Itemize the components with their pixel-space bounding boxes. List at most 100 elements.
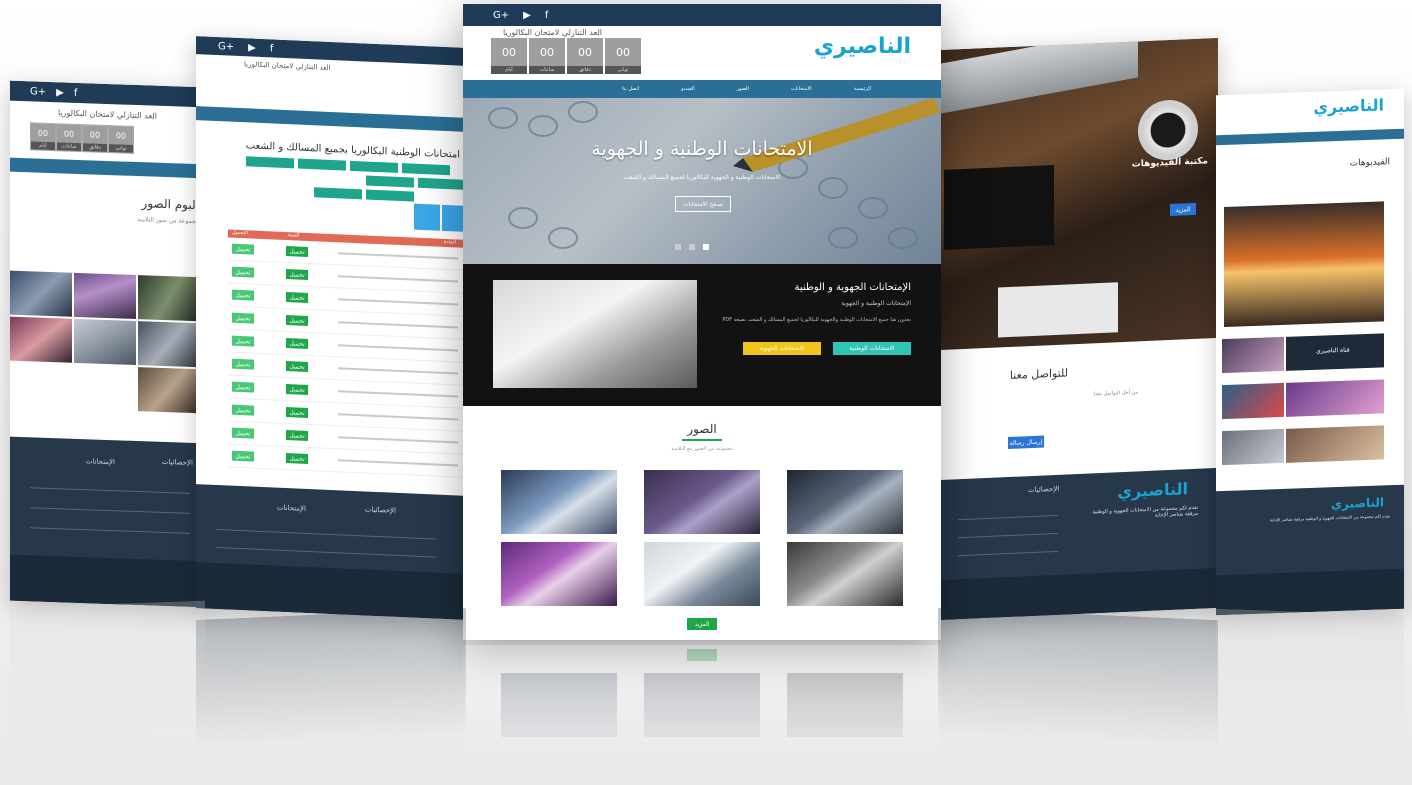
download-button[interactable]: تحميل [286,453,308,464]
download-button[interactable]: تحميل [232,266,254,278]
page-mockup-right-far: الناصيري الفيديوهات قناة الناصيري الناصي… [1216,88,1404,616]
countdown-unit: 00 دقائق [82,124,108,154]
download-button[interactable]: تحميل [232,358,254,370]
slider-dot[interactable] [675,244,681,250]
download-button[interactable]: تحميل [232,450,254,462]
header: الناصيري [1216,89,1404,136]
filter-button[interactable] [246,156,294,169]
google-plus-icon[interactable]: G+ [218,41,234,53]
filter-button[interactable] [418,177,466,190]
footer-divider [30,487,190,494]
slider-dot[interactable] [703,244,709,250]
gallery-photo[interactable] [644,542,760,606]
national-exams-button[interactable]: الامتحانات الوطنية [833,342,911,355]
clipboard-image [998,282,1118,338]
download-button[interactable]: تحميل [286,430,308,441]
nav-item-videos[interactable]: الفيديو [681,86,695,92]
youtube-icon[interactable]: ▶ [523,10,531,21]
google-plus-icon[interactable]: G+ [30,86,46,98]
google-plus-icon[interactable]: G+ [493,10,509,21]
filter-button[interactable] [350,160,398,173]
reflection-far-left [10,600,205,758]
featured-video[interactable] [1224,201,1384,328]
facebook-icon[interactable]: f [545,10,549,21]
footer: الإحصائيات الإمتحانات [196,484,466,620]
tab-button[interactable] [414,203,440,231]
download-button[interactable]: تحميل [232,381,254,393]
photos-more-button[interactable]: المزيد [687,618,717,630]
footer-tagline: نقدم لكم مجموعة من الامتحانات الجهوية و … [1270,513,1390,523]
download-button[interactable]: تحميل [232,312,254,324]
download-button[interactable]: تحميل [286,246,308,257]
album-photo[interactable] [74,272,136,319]
countdown-title: العد التنازلي لامتحان البكالوريا [503,28,603,37]
download-button[interactable]: تحميل [286,269,308,280]
regional-exams-button[interactable]: الامتحانات الجهوية [743,342,821,355]
youtube-icon[interactable]: ▶ [248,42,256,53]
videos-more-button[interactable]: المزيد [1170,202,1196,216]
facebook-icon[interactable]: f [74,87,78,98]
download-button[interactable]: تحميل [286,315,308,326]
album-photo[interactable] [10,316,72,363]
social-bar: G+ ▶ f [10,80,205,108]
countdown-unit: 00 دقائق [567,38,603,74]
filter-button[interactable] [314,187,362,200]
filter-button[interactable] [366,189,414,202]
contact-button[interactable]: إرسال رسالة [1008,435,1044,450]
album-photo[interactable] [138,321,200,368]
album-photo[interactable] [138,367,200,414]
download-button[interactable]: تحميل [286,338,308,349]
nav-item-home[interactable]: الرئيسية [854,86,871,92]
download-button[interactable]: تحميل [286,292,308,303]
countdown-label: ثواني [109,144,133,153]
row-text-placeholder [338,298,458,306]
slider-dot[interactable] [689,244,695,250]
video-thumb[interactable] [1222,336,1284,374]
album-photo[interactable] [138,275,200,322]
exams-section-image [493,280,697,388]
video-thumb[interactable] [1286,425,1384,463]
filter-button[interactable] [366,175,414,188]
page-mockup-home: G+ ▶ f العد التنازلي لامتحان البكالوريا … [463,4,941,640]
gallery-photo[interactable] [501,542,617,606]
countdown-unit: 00 ثواني [108,125,134,154]
site-logo[interactable]: الناصيري [814,34,911,59]
download-button[interactable]: تحميل [232,289,254,301]
album-photo[interactable] [10,270,72,317]
download-button[interactable]: تحميل [286,384,308,395]
page-mockup-exams: G+ ▶ f العد التنازلي لامتحان البكالوريا … [196,36,466,620]
row-text-placeholder [338,275,458,283]
download-button[interactable]: تحميل [232,243,254,255]
gallery-photo[interactable] [644,470,760,534]
gallery-photo[interactable] [787,470,903,534]
video-thumb[interactable] [1286,379,1384,417]
download-button[interactable]: تحميل [286,407,308,418]
video-thumb[interactable]: قناة الناصيري [1286,333,1384,371]
video-hero: مكتبة الفيديوهات المزيد [938,37,1218,351]
download-button[interactable]: تحميل [286,361,308,372]
col-download: التحميل [232,229,248,237]
gallery-photo[interactable] [787,542,903,606]
download-button[interactable]: تحميل [232,404,254,416]
hero-button[interactable]: تصفح الامتحانات [675,196,731,212]
nav-item-contact[interactable]: اتصل بنا [622,86,639,92]
facebook-icon[interactable]: f [270,43,274,54]
filter-button[interactable] [402,163,450,176]
nav-item-exams[interactable]: الامتحانات [791,86,812,92]
video-thumb[interactable] [1222,382,1284,420]
photos-section: الصور مجموعة من الصور مع التلاميذ [463,406,941,620]
reflection-photo [501,673,617,737]
mug-image [1138,98,1198,162]
gallery-photo[interactable] [501,470,617,534]
nav-item-photos[interactable]: الصور [737,86,749,92]
album-grid [10,270,205,414]
album-photo[interactable] [74,318,136,365]
download-button[interactable]: تحميل [232,427,254,439]
video-thumb[interactable] [1222,428,1284,466]
download-button[interactable]: تحميل [232,335,254,347]
youtube-icon[interactable]: ▶ [56,87,64,98]
video-player[interactable] [944,165,1054,250]
filter-button[interactable] [298,158,346,171]
countdown-label: ثواني [605,66,641,74]
site-logo[interactable]: الناصيري [1313,95,1384,116]
